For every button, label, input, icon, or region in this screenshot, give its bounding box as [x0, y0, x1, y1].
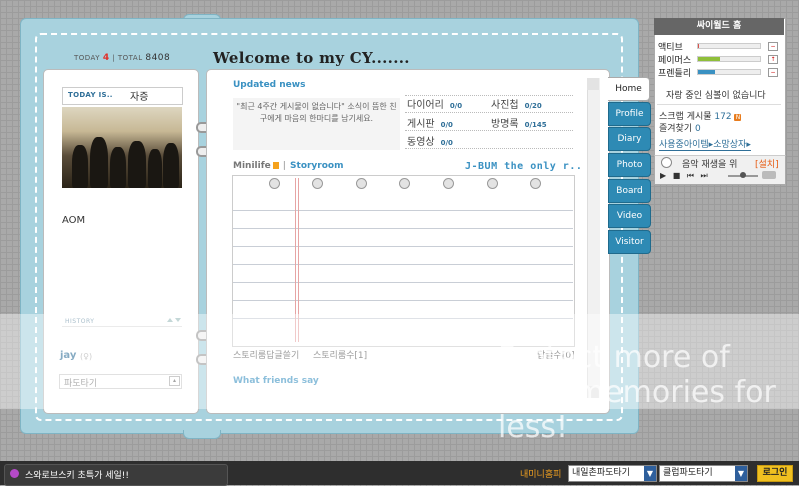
ring-hole — [312, 178, 323, 189]
ilchon-surf-select[interactable]: 내일촌파도타기 ▼ — [568, 465, 657, 482]
story-line — [233, 264, 573, 265]
stat-friendly-bar — [697, 69, 761, 75]
today-is-label: TODAY IS.. — [68, 91, 113, 99]
story-line — [233, 210, 573, 211]
stat-friendly-label: 프렌들리 — [658, 69, 692, 79]
minus-icon[interactable]: − — [768, 42, 778, 51]
arrow-up-icon[interactable]: ↑ — [768, 55, 778, 64]
stat-active-bar — [697, 43, 761, 49]
menu-photo[interactable]: 사진첩 0/20 — [491, 96, 542, 111]
menu-guestbook[interactable]: 방명록 0/145 — [491, 115, 547, 130]
divider — [405, 148, 573, 149]
tab-video[interactable]: Video — [608, 204, 651, 228]
book-notch-bottom — [183, 430, 221, 439]
stat-famous-label: 페이머스 — [658, 56, 692, 66]
profile-intro: AOM — [62, 215, 86, 226]
ring-hole — [356, 178, 367, 189]
club-surf-select[interactable]: 클럽파도타기 ▼ — [659, 465, 748, 482]
menu-diary[interactable]: 다이어리 0/0 — [407, 96, 462, 111]
minilife-tabs: Minilife | Storyroom — [233, 161, 344, 171]
total-count: 8408 — [145, 53, 171, 63]
divider — [405, 130, 573, 131]
new-badge: N — [734, 114, 742, 121]
ring-hole — [530, 178, 541, 189]
items-link[interactable]: 사용중아이템▸소망상자▸ — [659, 137, 751, 151]
music-notice: 음악 재생을 위 — [682, 160, 738, 170]
scroll-up-button[interactable] — [587, 78, 599, 90]
ad-text[interactable]: 스와로브스키 초특가 세일!! — [25, 468, 129, 481]
page-title: Welcome to my CY....... — [213, 49, 410, 67]
story-line — [233, 228, 573, 229]
tab-board[interactable]: Board — [608, 179, 651, 203]
minilife-icon — [272, 162, 279, 169]
story-line — [233, 246, 573, 247]
playlist-button[interactable] — [762, 171, 776, 179]
divider — [405, 112, 573, 113]
divider — [657, 104, 781, 105]
profile-photo[interactable] — [62, 107, 182, 188]
ring-hole — [443, 178, 454, 189]
menu-board[interactable]: 게시판 0/0 — [407, 115, 453, 130]
minus-icon[interactable]: − — [768, 68, 778, 77]
ring-hole — [399, 178, 410, 189]
chevron-down-icon: ▼ — [735, 466, 747, 481]
today-mood: 자증 — [130, 92, 149, 103]
today-count: 4 — [102, 53, 110, 63]
news-empty-message: "최근 4주간 게시물이 없습니다" 소식이 뜸한 친구에게 마음의 한마디를 … — [236, 102, 397, 123]
my-minihompy-link[interactable]: 내미니홈피 — [520, 467, 561, 480]
symbol-status: 자랑 중인 심볼이 없습니다 — [666, 91, 766, 101]
tab-profile[interactable]: Profile — [608, 102, 651, 126]
volume-knob[interactable] — [740, 172, 746, 178]
tab-photo[interactable]: Photo — [608, 153, 651, 177]
music-icon — [661, 157, 672, 168]
today-label: TODAY — [74, 54, 101, 62]
music-install-link[interactable]: [설치] — [755, 157, 779, 170]
story-line — [233, 282, 573, 283]
tab-visitor[interactable]: Visitor — [608, 230, 651, 254]
stat-famous-bar — [697, 56, 761, 62]
ring-hole — [269, 178, 280, 189]
chevron-down-icon: ▼ — [644, 466, 656, 481]
favorites[interactable]: 즐겨찾기 0 — [659, 121, 701, 134]
tab-diary[interactable]: Diary — [608, 127, 651, 151]
total-label: TOTAL — [117, 54, 143, 62]
updated-news-title: Updated news — [233, 80, 306, 90]
menu-video[interactable]: 동영상 0/0 — [407, 133, 453, 148]
watermark-text: Protect more of your memories for less! — [498, 340, 776, 445]
panel-header[interactable]: 싸이월드 홈 — [654, 18, 784, 35]
minilife-subtitle: J-BUM the only r.. — [465, 161, 583, 172]
stat-active-label: 액티브 — [658, 43, 683, 53]
tab-storyroom[interactable]: Storyroom — [290, 161, 343, 171]
music-controls[interactable]: ▶ ■ ⏮ ⏭ — [660, 171, 710, 181]
tab-minilife[interactable]: Minilife — [233, 161, 271, 171]
tab-home[interactable]: Home — [608, 77, 650, 101]
login-button[interactable]: 로그인 — [757, 465, 793, 482]
ad-icon — [10, 469, 19, 478]
visitor-counter: TODAY 4 | TOTAL 8408 — [74, 53, 171, 63]
ring-hole — [487, 178, 498, 189]
story-line — [233, 300, 573, 301]
